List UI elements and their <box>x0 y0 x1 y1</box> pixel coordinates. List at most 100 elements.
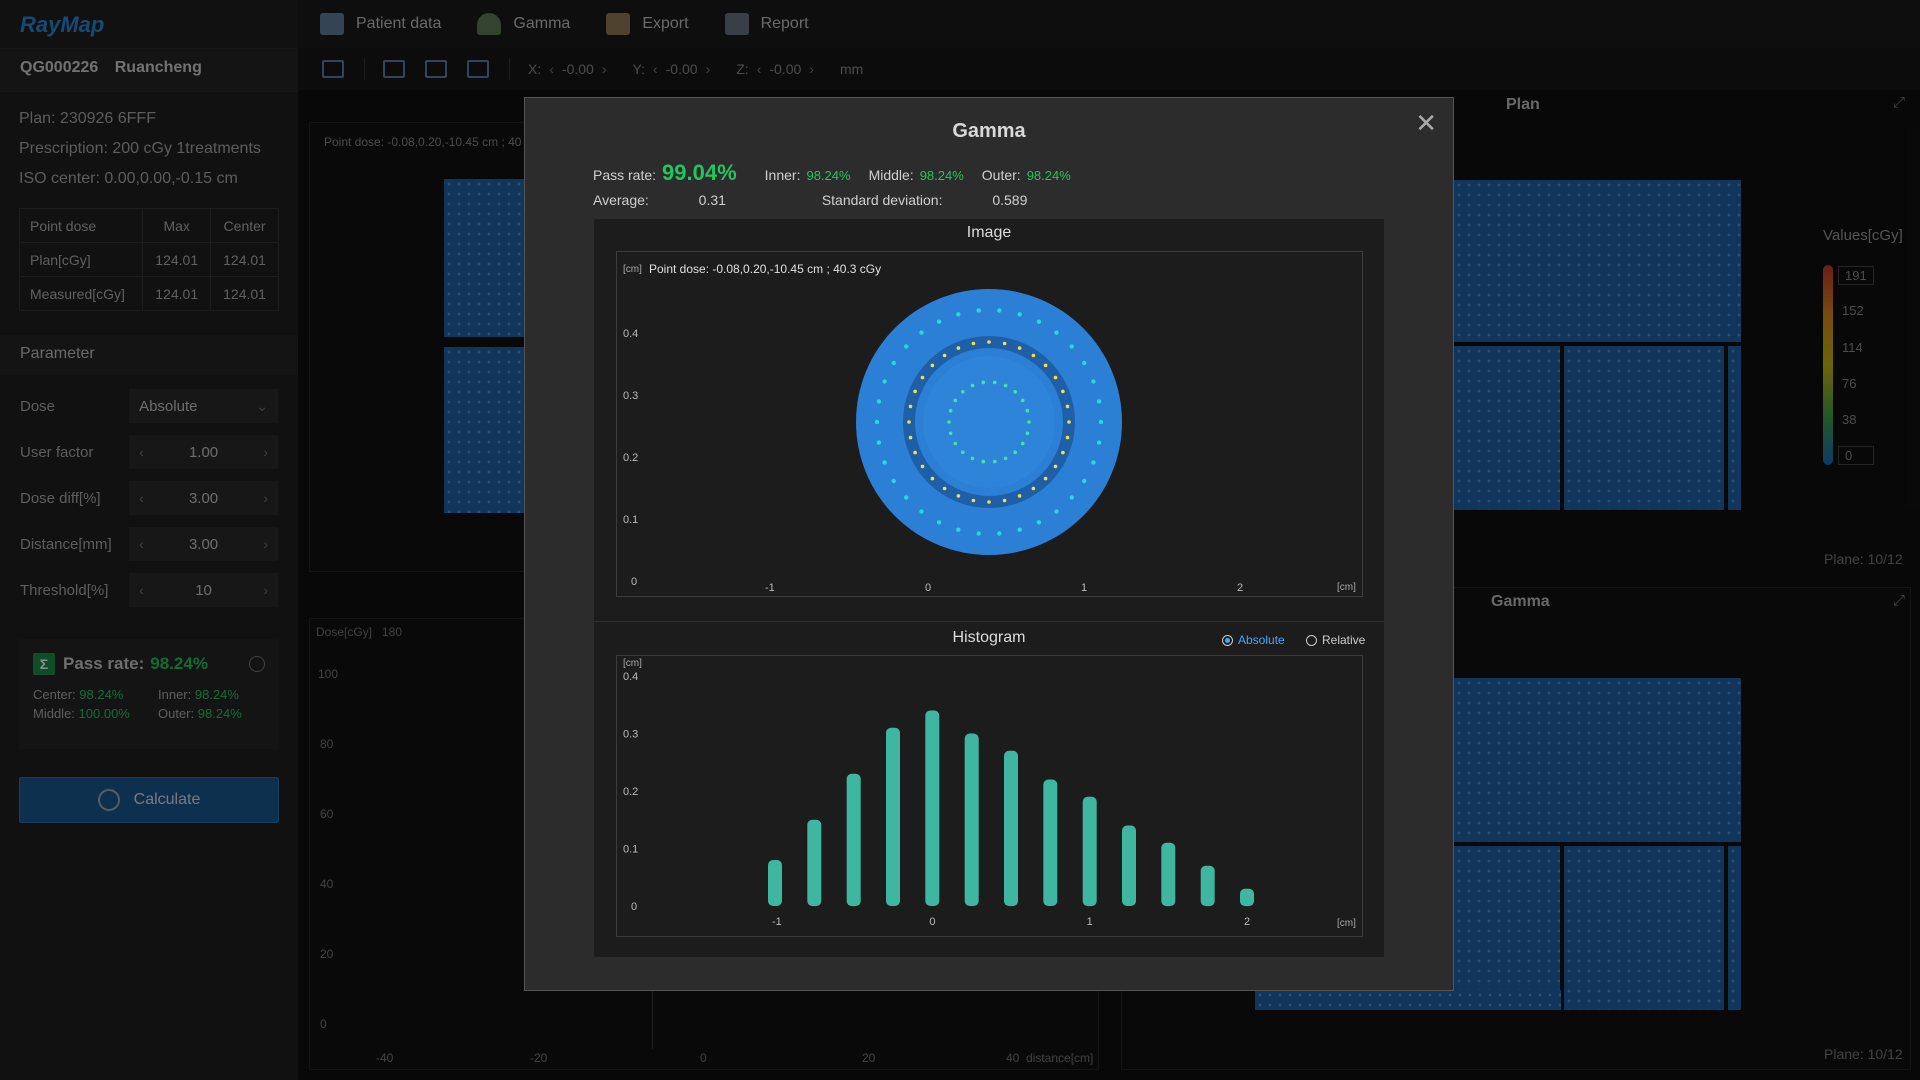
gamma-point <box>981 459 986 464</box>
gamma-point <box>904 495 909 500</box>
gamma-point <box>936 319 942 324</box>
gamma-point <box>970 456 975 461</box>
gamma-point <box>942 486 947 491</box>
gamma-point <box>1091 460 1096 465</box>
gamma-point <box>913 450 917 455</box>
gamma-point <box>1002 341 1007 346</box>
gamma-point <box>1054 509 1059 514</box>
gamma-point <box>1020 398 1025 403</box>
inner-disc <box>923 356 1055 488</box>
gamma-point <box>942 353 947 358</box>
gamma-point <box>882 460 887 465</box>
hist-ytick: 0.4 <box>623 671 638 683</box>
gamma-point <box>992 459 997 464</box>
gamma-point <box>956 346 961 350</box>
hist-ytick: 0 <box>631 901 637 913</box>
average-value: 0.31 <box>698 192 726 208</box>
gamma-point <box>987 500 991 504</box>
histogram-bar <box>886 727 900 906</box>
gamma-point <box>882 379 887 384</box>
gamma-point <box>1096 399 1102 404</box>
gamma-image-plot[interactable]: [cm] Point dose: -0.08,0.20,-10.45 cm ; … <box>616 251 1363 597</box>
gamma-point <box>1020 441 1025 446</box>
gamma-point <box>976 531 981 536</box>
gamma-point <box>1098 419 1104 425</box>
gamma-point <box>1036 520 1042 525</box>
gamma-point <box>908 404 913 409</box>
gamma-point <box>1043 363 1048 368</box>
gamma-point <box>908 435 913 440</box>
gamma-point <box>1065 435 1070 440</box>
gamma-point <box>971 341 976 346</box>
gamma-point <box>956 494 961 498</box>
gamma-point <box>876 440 882 445</box>
dialog-outer-value: 98.24% <box>1026 168 1071 183</box>
std-label: Standard deviation: <box>821 192 943 208</box>
gamma-point <box>1017 527 1022 532</box>
radio-relative-label: Relative <box>1322 633 1366 647</box>
gamma-point <box>1061 389 1065 394</box>
gamma-point <box>1053 375 1058 380</box>
gamma-point <box>920 464 925 469</box>
gamma-point <box>1031 353 1036 358</box>
gamma-point <box>1017 346 1022 350</box>
gamma-point <box>1067 420 1071 424</box>
histogram-plot[interactable]: [cm] [cm] 0.4 0.3 0.2 0.1 0 -1 0 1 2 <box>616 655 1363 937</box>
image-section-title: Image <box>966 224 1012 241</box>
hist-xtick: -1 <box>772 916 782 928</box>
gamma-point <box>1017 494 1022 498</box>
hist-ytick: 0.2 <box>623 786 638 798</box>
gamma-point <box>953 441 958 446</box>
gamma-point <box>953 398 958 403</box>
gamma-point <box>891 360 896 366</box>
dialog-middle-label: Middle: <box>868 167 914 183</box>
average-label: Average: <box>593 192 649 208</box>
gamma-point <box>987 340 991 344</box>
histogram-bar <box>1122 825 1136 906</box>
gamma-point <box>1017 312 1022 317</box>
histogram-bar <box>846 773 861 907</box>
gamma-point <box>1025 431 1030 436</box>
gamma-point <box>913 389 917 394</box>
gamma-dialog: Gamma ✕ Pass rate: 99.04% Inner: 98.24% … <box>524 97 1454 991</box>
dialog-inner-value: 98.24% <box>806 168 851 183</box>
gamma-point <box>907 420 911 424</box>
gamma-point <box>948 408 953 413</box>
gamma-point <box>981 380 986 385</box>
gamma-point <box>1002 498 1007 503</box>
radio-dot <box>1306 634 1317 646</box>
radio-absolute-label: Absolute <box>1238 633 1285 647</box>
histogram-bar <box>1082 796 1097 907</box>
dialog-pass-stats: Pass rate: 99.04% Inner: 98.24% Middle: … <box>593 160 1089 186</box>
gamma-point <box>956 527 961 532</box>
radio-absolute[interactable]: Absolute <box>1222 633 1285 647</box>
dialog-pass-label: Pass rate: <box>593 167 657 183</box>
gamma-point <box>961 390 965 394</box>
dialog-outer-label: Outer: <box>981 167 1021 183</box>
histogram-bar <box>1004 750 1018 907</box>
hist-xtick: 2 <box>1244 916 1250 928</box>
radio-relative[interactable]: Relative <box>1306 633 1365 647</box>
radio-dot-selected <box>1222 634 1233 646</box>
gamma-point <box>961 450 965 454</box>
hist-xtick: 0 <box>929 916 935 928</box>
gamma-point <box>1027 420 1031 424</box>
gamma-point <box>947 420 951 424</box>
gamma-point <box>997 308 1002 313</box>
gamma-point <box>919 330 924 335</box>
gamma-point <box>1054 330 1059 335</box>
histogram-bar <box>1161 842 1176 907</box>
hist-ytick: 0.1 <box>623 844 638 856</box>
histogram-bar <box>768 860 782 906</box>
gamma-point <box>1082 360 1087 366</box>
histogram-bar <box>1043 779 1058 906</box>
dialog-title: Gamma <box>952 120 1026 142</box>
close-icon[interactable]: ✕ <box>1415 108 1437 139</box>
histogram-bar <box>807 819 822 907</box>
dialog-middle-value: 98.24% <box>919 168 964 183</box>
gamma-point <box>1043 476 1048 481</box>
gamma-point <box>976 308 981 313</box>
gamma-point <box>1091 379 1096 384</box>
gamma-point <box>1069 344 1074 349</box>
gamma-point <box>920 375 925 380</box>
